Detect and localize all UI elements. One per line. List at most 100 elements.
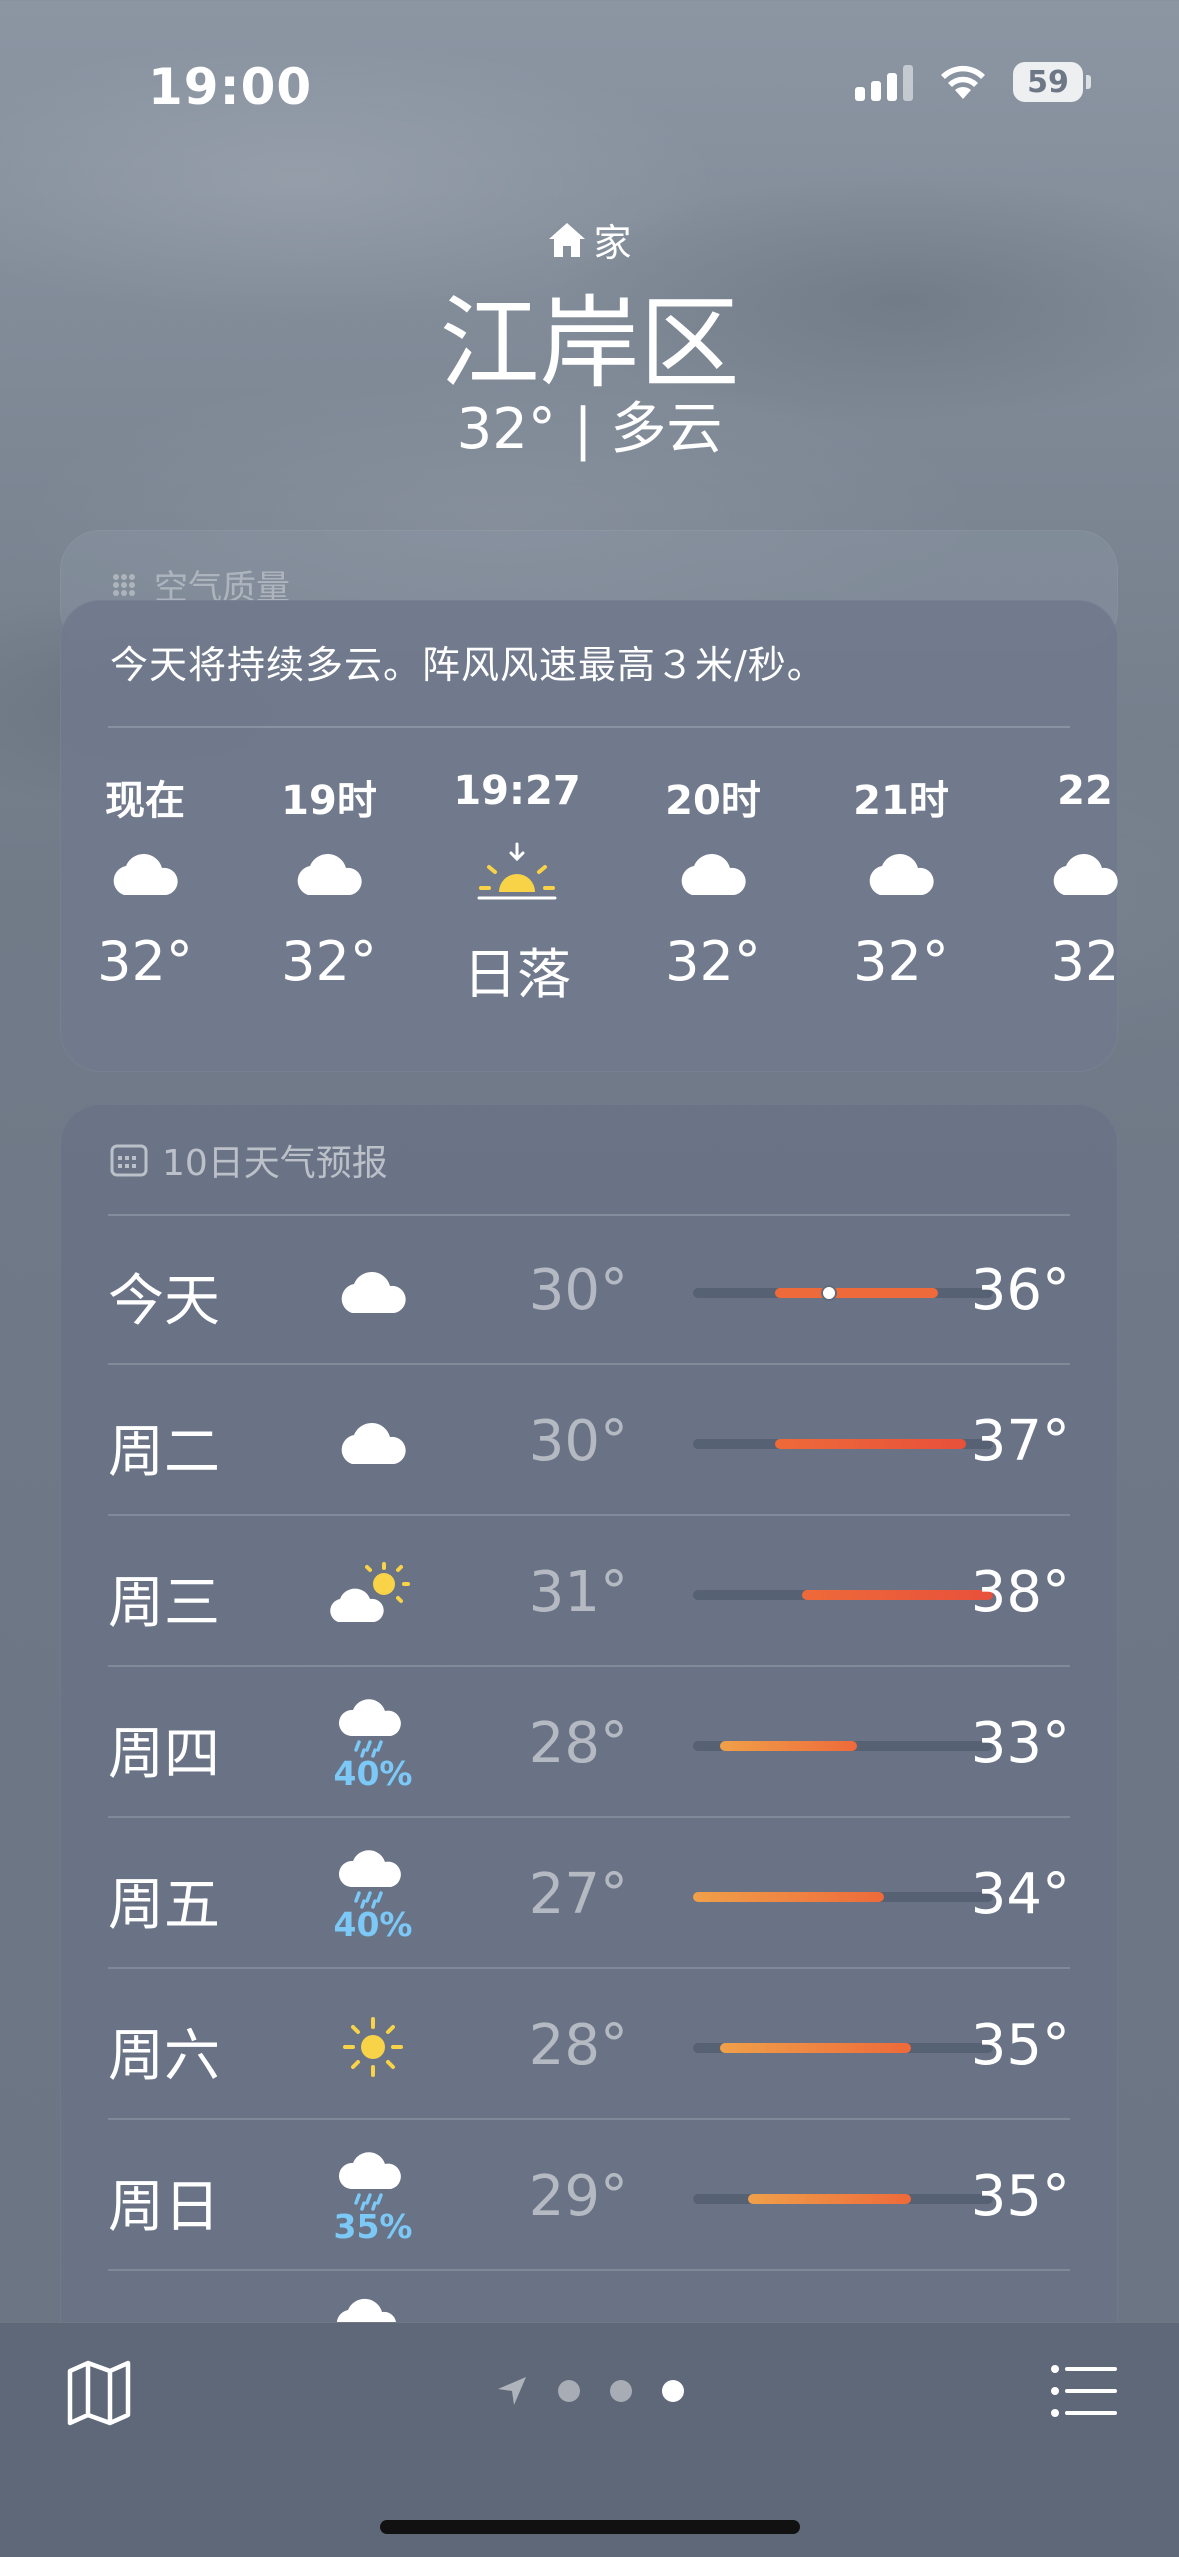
hourly-temp: 32° <box>281 930 377 993</box>
day-name: 周三 <box>108 1571 220 1636</box>
temp-range-bar <box>693 1285 993 1301</box>
low-temp: 31° <box>528 1560 628 1625</box>
divider <box>108 726 1070 728</box>
hourly-temp: 32° <box>853 930 949 993</box>
rain-icon: 35% <box>318 2138 428 2258</box>
hourly-time: 19时 <box>281 778 377 824</box>
temp-range-fill <box>693 1892 884 1902</box>
temp-range-fill <box>774 1439 966 1449</box>
location-tag: 家 <box>0 212 1179 267</box>
air-quality-icon <box>113 573 135 596</box>
location-arrow-icon[interactable] <box>496 2375 528 2407</box>
temp-range-fill <box>774 1288 939 1298</box>
daily-row[interactable]: 周四 40% 28° 33° <box>108 1667 1070 1818</box>
high-temp: 35° <box>970 2164 1070 2229</box>
day-name: 周五 <box>108 1873 220 1938</box>
sun-icon <box>318 1987 428 2107</box>
high-temp: 37° <box>970 1409 1070 1474</box>
daily-row[interactable]: 周六 28° 35° <box>108 1969 1070 2120</box>
cloud-icon <box>816 824 986 924</box>
page-dot[interactable] <box>557 2380 580 2402</box>
hourly-item: 22 32 <box>1000 768 1118 993</box>
hourly-time: 现在 <box>105 778 185 824</box>
divider <box>108 2269 1070 2271</box>
temp-range-bar <box>693 1590 993 1600</box>
hourly-time: 21时 <box>853 778 949 824</box>
daily-row[interactable]: 周二 30° 37° <box>108 1365 1070 1516</box>
low-temp: 30° <box>528 1258 628 1323</box>
cloud-icon <box>1000 824 1118 924</box>
day-name: 今天 <box>108 1269 220 1334</box>
temp-range-fill <box>802 1590 993 1600</box>
hourly-temp: 32° <box>665 930 761 993</box>
daily-row[interactable]: 周三 31° 38° <box>108 1516 1070 1667</box>
cloud-icon <box>244 824 414 924</box>
hourly-temp: 日落 <box>463 943 571 1006</box>
current-temp-marker <box>821 1285 838 1301</box>
daily-row[interactable]: 今天 30° 36° <box>108 1214 1070 1365</box>
high-temp: 36° <box>970 1258 1070 1323</box>
status-time: 19:00 <box>148 58 313 116</box>
day-name: 周二 <box>108 1420 220 1485</box>
low-temp: 28° <box>528 1711 628 1776</box>
status-icons: 59 <box>855 62 1091 102</box>
temp-range-fill <box>747 2194 912 2204</box>
hourly-time: 19:27 <box>453 768 581 814</box>
day-name: 周四 <box>108 1722 220 1787</box>
rain-icon: 40% <box>318 1685 428 1805</box>
precip-chance: 40% <box>333 1904 413 1944</box>
daily-forecast-title: 10日天气预报 <box>110 1134 388 1186</box>
precip-chance: 35% <box>333 2206 413 2246</box>
high-temp: 35° <box>970 2013 1070 2078</box>
temp-range-bar <box>693 1892 993 1902</box>
temp-range-bar <box>693 1439 993 1449</box>
hourly-description: 今天将持续多云。阵风风速最高３米/秒。 <box>110 643 826 687</box>
daily-row[interactable]: 周日 35% 29° 35° <box>108 2120 1070 2271</box>
high-temp: 34° <box>970 1862 1070 1927</box>
hourly-item: 21时 32° <box>816 768 986 993</box>
list-button[interactable] <box>1049 2363 1119 2419</box>
temp-range-fill <box>720 2043 912 2053</box>
temp-range-bar <box>693 1741 993 1751</box>
current-summary: 32° | 多云 <box>456 397 723 462</box>
rain-icon: 40% <box>318 1836 428 1956</box>
hourly-item: 19:27 日落 <box>432 768 602 1009</box>
high-temp: 38° <box>970 1560 1070 1625</box>
temp-range-bar <box>693 2194 993 2204</box>
hourly-item: 20时 32° <box>628 768 798 993</box>
location-tag-label: 家 <box>593 221 632 265</box>
calendar-icon <box>110 1144 148 1177</box>
daily-row[interactable]: 周五 40% 27° 34° <box>108 1818 1070 1969</box>
cloud-icon <box>628 824 798 924</box>
cloud-icon <box>318 1232 428 1352</box>
partly-sunny-icon <box>318 1534 428 1654</box>
page-dot-active[interactable] <box>661 2380 684 2402</box>
precip-chance: 40% <box>333 1753 413 1793</box>
home-icon <box>549 222 586 257</box>
wifi-icon <box>941 65 985 99</box>
hourly-item: 现在 32° <box>60 768 230 993</box>
cellular-signal-icon <box>855 63 913 101</box>
page-indicator[interactable] <box>0 2375 1179 2407</box>
temp-range-fill <box>720 1741 857 1751</box>
hourly-forecast-card[interactable]: 今天将持续多云。阵风风速最高３米/秒。 现在 32° 19时 32° 19:27 日落 20… <box>60 600 1118 1072</box>
low-temp: 30° <box>528 1409 628 1474</box>
sunset-icon <box>432 824 602 924</box>
hourly-item: 19时 32° <box>244 768 414 993</box>
battery-icon: 59 <box>1013 62 1091 102</box>
day-name: 周日 <box>108 2175 220 2240</box>
cloud-icon <box>60 824 230 924</box>
hourly-time: 22 <box>1057 768 1113 814</box>
low-temp: 27° <box>528 1862 628 1927</box>
home-indicator[interactable] <box>380 2520 800 2534</box>
page-dot[interactable] <box>609 2380 632 2402</box>
hourly-temp: 32 <box>1050 930 1118 993</box>
cloud-icon <box>318 1383 428 1503</box>
high-temp: 33° <box>970 1711 1070 1776</box>
temp-range-bar <box>693 2043 993 2053</box>
low-temp: 29° <box>528 2164 628 2229</box>
day-name: 周六 <box>108 2024 220 2089</box>
hourly-temp: 32° <box>97 930 193 993</box>
hourly-time: 20时 <box>665 778 761 824</box>
low-temp: 28° <box>528 2013 628 2078</box>
